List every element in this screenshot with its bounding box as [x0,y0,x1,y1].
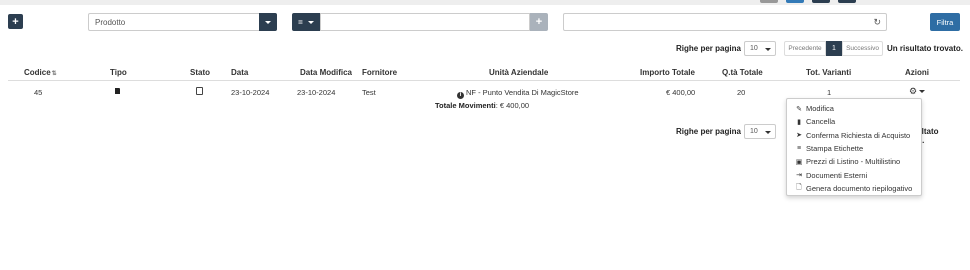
col-header-qta: Q.tà Totale [722,68,763,77]
col-header-unita: Unità Aziendale [489,68,549,77]
trash-icon: ▮ [797,118,801,126]
send-icon: ➤ [796,132,802,140]
money-icon: ▣ [795,158,803,166]
cell-importo: € 400,00 [666,88,696,97]
prev-page-label: Precedente [788,45,822,52]
operator-select[interactable]: = [292,13,320,31]
header-divider [8,80,960,81]
col-header-stato: Stato [190,68,210,77]
document-type-icon [115,88,120,94]
prev-page-button[interactable]: Precedente [784,41,826,56]
sign-in-icon: ⇥ [796,172,802,180]
current-page[interactable]: 1 [826,41,842,56]
list-icon: ≡ [796,145,802,153]
filter-button-label: Filtra [936,17,954,27]
rows-per-page-label-bottom: Righe per pagina [676,127,741,136]
col-header-varianti: Tot. Varianti [806,68,852,77]
col-header-azioni: Azioni [905,68,929,77]
totals-value: : € 400,00 [495,101,530,110]
rows-per-page-select[interactable]: 10 [744,41,776,56]
cell-fornitore: Test [362,88,376,97]
sort-icon[interactable]: ⇅ [52,71,57,77]
product-select-value: Prodotto [95,17,126,27]
next-page-button[interactable]: Successivo [842,41,883,56]
cell-unita: i NF - Punto Vendita Di MagicStore [457,88,579,99]
document-icon: 🗋 [796,183,802,191]
result-count-top: Un risultato trovato. [887,44,964,53]
col-header-codice[interactable]: Codice⇅ [24,68,57,77]
menu-item-stampa-etichette[interactable]: ≡ Stampa Etichette [787,142,921,155]
rows-per-page-value-bottom: 10 [750,128,758,135]
menu-item-conferma-richiesta[interactable]: ➤ Conferma Richiesta di Acquisto [787,129,921,142]
chevron-down-icon [265,20,271,24]
menu-item-genera-documento[interactable]: 🗋 Genera documento riepilogativo [787,182,921,195]
chevron-down-icon [919,90,926,93]
actions-dropdown-toggle[interactable]: ⚙ [909,86,926,97]
cell-data: 23-10-2024 [231,88,270,97]
next-page-label: Successivo [846,45,879,52]
plus-icon: + [12,15,19,28]
chevron-down-icon [765,131,771,134]
pencil-icon: ✎ [796,105,802,113]
totals-row: Totale Movimenti: € 400,00 [435,101,529,110]
filter-value-input[interactable]: ↻ [563,13,887,31]
info-icon[interactable]: i [457,92,464,99]
product-select-toggle[interactable] [259,13,277,31]
add-filter-button[interactable]: + [530,13,548,31]
menu-item-modifica[interactable]: ✎ Modifica [787,102,921,115]
chevron-down-icon [307,20,314,24]
actions-menu: ✎ Modifica ▮ Cancella ➤ Conferma Richies… [786,98,922,196]
totals-label: Totale Movimenti [435,101,496,110]
col-header-data-modifica: Data Modifica [300,68,353,77]
col-header-fornitore: Fornitore [362,68,398,77]
top-button-4[interactable] [838,0,856,3]
top-button-2[interactable] [786,0,804,3]
cell-codice: 45 [34,88,43,97]
refresh-icon[interactable]: ↻ [873,17,881,28]
top-button-1[interactable] [760,0,778,3]
menu-item-documenti-esterni[interactable]: ⇥ Documenti Esterni [787,168,921,181]
chevron-down-icon [765,48,771,51]
col-header-tipo: Tipo [110,68,127,77]
menu-item-cancella[interactable]: ▮ Cancella [787,115,921,128]
col-header-importo: Importo Totale [640,68,695,77]
search-input[interactable] [320,13,530,31]
cell-data-modifica: 23-10-2024 [297,88,336,97]
menu-item-prezzi-listino[interactable]: ▣ Prezzi di Listino - Multilistino [787,155,921,168]
rows-per-page-value: 10 [750,45,758,52]
rows-per-page-select-bottom[interactable]: 10 [744,124,776,139]
cell-varianti: 1 [827,88,832,97]
gear-icon: ⚙ [909,86,918,96]
plus-icon: + [535,16,543,28]
product-select[interactable]: Prodotto [88,13,277,31]
operator-value: = [298,17,303,27]
cell-qta: 20 [737,88,746,97]
add-button[interactable]: + [8,14,23,29]
col-header-data: Data [231,68,249,77]
top-button-3[interactable] [812,0,830,3]
status-document-icon [196,87,203,95]
filter-button[interactable]: Filtra [930,13,960,31]
rows-per-page-label: Righe per pagina [676,44,741,53]
